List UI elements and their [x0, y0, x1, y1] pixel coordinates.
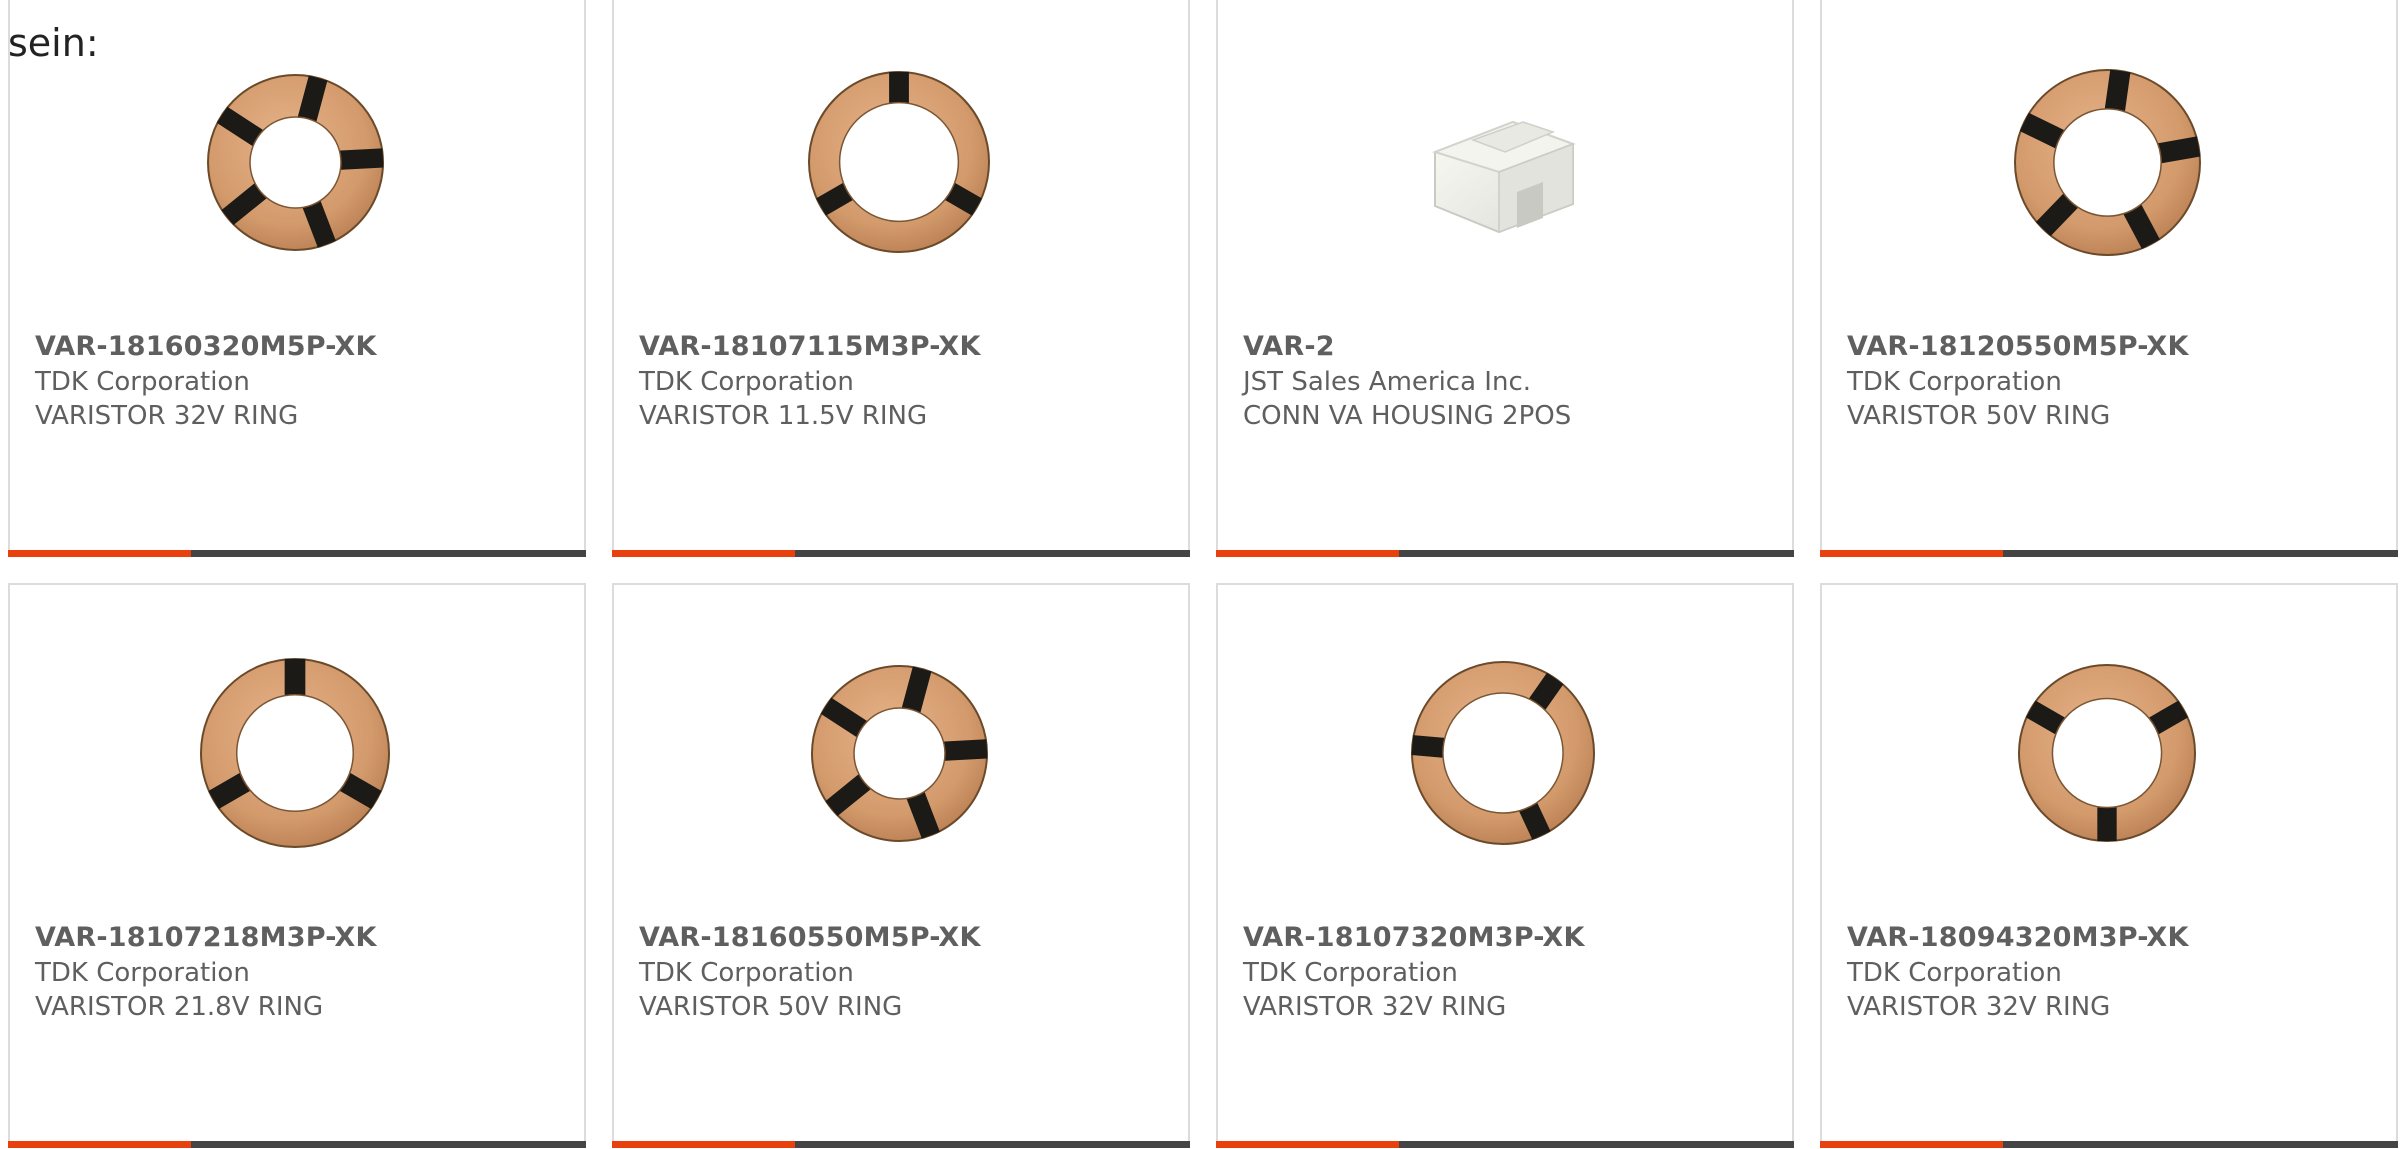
card-footer-accent: [8, 550, 191, 557]
manufacturer: JST Sales America Inc.: [1243, 367, 1532, 397]
product-card[interactable]: VAR-18160550M5P-XK TDK Corporation VARIS…: [612, 583, 1190, 1148]
product-card[interactable]: VAR-2 JST Sales America Inc. CONN VA HOU…: [1216, 0, 1794, 557]
product-card[interactable]: VAR-18107320M3P-XK TDK Corporation VARIS…: [1216, 583, 1794, 1148]
part-number[interactable]: VAR-18094320M3P-XK: [1847, 920, 2386, 956]
part-number[interactable]: VAR-18160320M5P-XK: [35, 329, 574, 365]
varistor-ring-3-segment-icon: [195, 653, 395, 853]
manufacturer: TDK Corporation: [1847, 367, 2062, 397]
part-number[interactable]: VAR-18107218M3P-XK: [35, 920, 574, 956]
card-footer-bar: [1820, 1141, 2398, 1148]
card-footer-bar: [1216, 1141, 1794, 1148]
description: VARISTOR 21.8V RING: [35, 992, 324, 1022]
lead-text: sein:: [8, 21, 99, 65]
varistor-ring-5-segment-icon: [2007, 62, 2207, 262]
product-card[interactable]: VAR-18120550M5P-XK TDK Corporation VARIS…: [1820, 0, 2398, 557]
card-footer-accent: [1820, 1141, 2003, 1148]
manufacturer: TDK Corporation: [35, 958, 250, 988]
varistor-ring-3-segment-icon: [2007, 653, 2207, 853]
card-footer-accent: [1216, 1141, 1399, 1148]
varistor-ring-3-segment-icon: [799, 62, 999, 262]
description: CONN VA HOUSING 2POS: [1243, 401, 1572, 431]
card-footer-accent: [1216, 550, 1399, 557]
varistor-ring-5-segment-icon: [799, 653, 999, 853]
varistor-ring-5-segment-icon: [195, 62, 395, 262]
description: VARISTOR 11.5V RING: [639, 401, 928, 431]
card-footer-accent: [8, 1141, 191, 1148]
card-footer-accent: [1820, 550, 2003, 557]
part-number[interactable]: VAR-18107115M3P-XK: [639, 329, 1178, 365]
product-card[interactable]: VAR-18107218M3P-XK TDK Corporation VARIS…: [8, 583, 586, 1148]
description: VARISTOR 32V RING: [1847, 992, 2111, 1022]
card-footer-accent: [612, 1141, 795, 1148]
product-card[interactable]: VAR-18160320M5P-XK TDK Corporation VARIS…: [8, 0, 586, 557]
card-footer-bar: [1820, 550, 2398, 557]
description: VARISTOR 50V RING: [639, 992, 903, 1022]
card-footer-bar: [1216, 550, 1794, 557]
card-footer-accent: [612, 550, 795, 557]
manufacturer: TDK Corporation: [639, 367, 854, 397]
manufacturer: TDK Corporation: [639, 958, 854, 988]
card-footer-bar: [612, 1141, 1190, 1148]
description: VARISTOR 32V RING: [1243, 992, 1507, 1022]
connector-housing-icon: [1403, 62, 1603, 262]
manufacturer: TDK Corporation: [1847, 958, 2062, 988]
varistor-ring-3-segment-icon: [1403, 653, 1603, 853]
part-number[interactable]: VAR-2: [1243, 329, 1782, 365]
card-footer-bar: [612, 550, 1190, 557]
description: VARISTOR 50V RING: [1847, 401, 2111, 431]
manufacturer: TDK Corporation: [1243, 958, 1458, 988]
part-number[interactable]: VAR-18107320M3P-XK: [1243, 920, 1782, 956]
manufacturer: TDK Corporation: [35, 367, 250, 397]
card-footer-bar: [8, 1141, 586, 1148]
product-card[interactable]: VAR-18107115M3P-XK TDK Corporation VARIS…: [612, 0, 1190, 557]
card-footer-bar: [8, 550, 586, 557]
part-number[interactable]: VAR-18160550M5P-XK: [639, 920, 1178, 956]
product-card[interactable]: VAR-18094320M3P-XK TDK Corporation VARIS…: [1820, 583, 2398, 1148]
product-grid-page: sein: VAR-18160320M5P-XK TDK Corporation…: [0, 0, 2400, 1149]
description: VARISTOR 32V RING: [35, 401, 299, 431]
part-number[interactable]: VAR-18120550M5P-XK: [1847, 329, 2386, 365]
